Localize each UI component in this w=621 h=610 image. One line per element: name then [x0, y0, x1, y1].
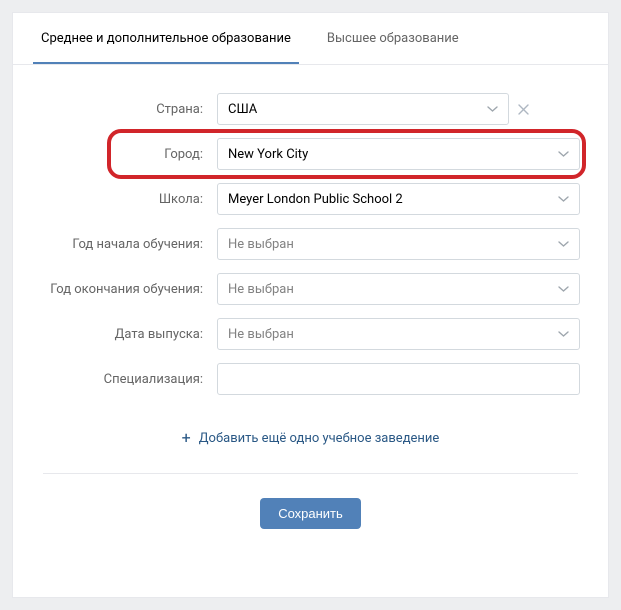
select-school[interactable]: Meyer London Public School 2 [217, 183, 580, 215]
label-graduation: Дата выпуска: [41, 327, 217, 342]
select-city-value: New York City [228, 147, 308, 162]
select-graduation[interactable]: Не выбран [217, 318, 580, 350]
row-start-year: Год начала обучения: Не выбран [41, 228, 580, 260]
select-country-value: США [228, 102, 257, 117]
select-school-value: Meyer London Public School 2 [228, 192, 403, 207]
clear-country-icon[interactable] [511, 104, 535, 115]
label-school: Школа: [41, 192, 217, 207]
row-graduation: Дата выпуска: Не выбран [41, 318, 580, 350]
row-specialization: Специализация: [41, 363, 580, 395]
chevron-down-icon [487, 106, 498, 112]
select-country[interactable]: США [217, 93, 509, 125]
label-city: Город: [41, 147, 217, 162]
row-school: Школа: Meyer London Public School 2 [41, 183, 580, 215]
row-country: Страна: США [41, 93, 580, 125]
label-country: Страна: [41, 102, 217, 117]
input-specialization[interactable] [217, 363, 580, 395]
row-city: Город: New York City [41, 138, 580, 170]
label-start-year: Год начала обучения: [41, 237, 217, 252]
tab-higher-education[interactable]: Высшее образование [319, 13, 467, 64]
education-form: Страна: США Город: New York City [13, 65, 608, 565]
plus-icon: + [182, 430, 191, 446]
tab-secondary-education[interactable]: Среднее и дополнительное образование [33, 13, 299, 64]
select-graduation-value: Не выбран [228, 327, 294, 342]
chevron-down-icon [558, 151, 569, 157]
add-more-wrap: + Добавить ещё одно учебное заведение [43, 408, 578, 474]
row-end-year: Год окончания обучения: Не выбран [41, 273, 580, 305]
select-start-year[interactable]: Не выбран [217, 228, 580, 260]
add-school-link[interactable]: + Добавить ещё одно учебное заведение [182, 430, 440, 446]
education-panel: Среднее и дополнительное образование Выс… [12, 12, 609, 598]
select-end-year-value: Не выбран [228, 282, 294, 297]
save-button[interactable]: Сохранить [260, 498, 361, 529]
label-specialization: Специализация: [41, 372, 217, 387]
select-city[interactable]: New York City [217, 138, 580, 170]
add-school-label: Добавить ещё одно учебное заведение [199, 431, 440, 446]
select-start-year-value: Не выбран [228, 237, 294, 252]
chevron-down-icon [558, 196, 569, 202]
select-end-year[interactable]: Не выбран [217, 273, 580, 305]
chevron-down-icon [558, 331, 569, 337]
save-wrap: Сохранить [41, 474, 580, 553]
chevron-down-icon [558, 241, 569, 247]
chevron-down-icon [558, 286, 569, 292]
label-end-year: Год окончания обучения: [41, 282, 217, 297]
tabs: Среднее и дополнительное образование Выс… [13, 13, 608, 65]
